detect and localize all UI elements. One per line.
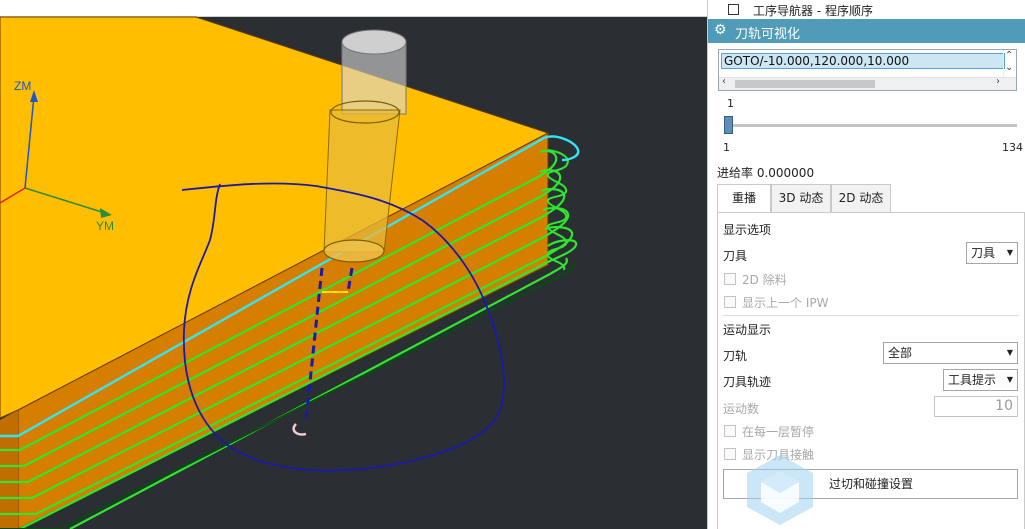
motion-slider-thumb[interactable]	[724, 116, 733, 134]
engage-hook	[292, 423, 307, 436]
listing-vertical-scrollbar[interactable]: ⌃ ⌄	[1003, 50, 1016, 78]
scroll-left-icon[interactable]: ‹	[722, 76, 726, 87]
replay-tab-content: 显示选项 刀具 刀具 ▼ 2D 除料 显示上一个 IPW 运动显示 刀轨 全部 …	[717, 212, 1025, 529]
pause-each-layer-checkbox[interactable]	[724, 425, 736, 437]
tool-trace-label: 刀具轨迹	[723, 375, 772, 389]
feed-rate-readout: 进给率 0.000000	[717, 166, 815, 180]
display-options-heading: 显示选项	[723, 223, 772, 237]
axis-label-zm: ZM	[14, 79, 31, 93]
show-ipw-label: 显示上一个 IPW	[742, 296, 829, 310]
toolpath-listing[interactable]: GOTO/-10.000,120.000,10.000 ⌃ ⌄ ‹ ›	[718, 49, 1017, 91]
show-tool-contact-checkbox[interactable]	[724, 448, 736, 460]
motion-count-label: 运动数	[723, 402, 760, 416]
axis-label-ym: YM	[96, 219, 114, 233]
pause-each-layer-label: 在每一层暂停	[742, 425, 815, 439]
path-dropdown[interactable]: 全部 ▼	[883, 342, 1018, 364]
chevron-down-icon: ▼	[1006, 375, 1013, 384]
motion-slider-track[interactable]	[727, 124, 1017, 127]
gear-icon[interactable]: ⚙	[714, 22, 727, 39]
selected-toolpath-line[interactable]: GOTO/-10.000,120.000,10.000	[721, 53, 1005, 69]
slider-min-label: 1	[723, 141, 730, 154]
tab-2d-dynamic[interactable]: 2D 动态	[831, 184, 891, 213]
motion-count-input[interactable]: 10	[934, 396, 1018, 417]
toolpath-scene: ZM YM	[0, 16, 580, 529]
motion-display-heading: 运动显示	[723, 323, 772, 337]
remove-2d-label: 2D 除料	[742, 273, 787, 287]
scroll-down-icon[interactable]: ⌄	[1005, 62, 1013, 73]
gouge-collision-settings-label: 过切和碰撞设置	[829, 477, 914, 491]
dialog-title: 刀轨可视化	[735, 27, 801, 42]
scroll-right-icon[interactable]: ›	[996, 76, 1000, 87]
chevron-down-icon: ▼	[1006, 348, 1013, 357]
tool-dropdown-value: 刀具	[971, 246, 996, 260]
operation-navigator-row[interactable]: 工序导航器 - 程序顺序	[708, 0, 1025, 19]
chevron-down-icon: ▼	[1006, 248, 1013, 257]
graphics-viewport[interactable]: ZM YM	[0, 0, 707, 529]
remove-2d-checkbox[interactable]	[724, 273, 736, 285]
navigator-checkbox[interactable]	[728, 4, 739, 15]
tool-trace-dropdown[interactable]: 工具提示 ▼	[943, 369, 1018, 391]
scroll-up-icon[interactable]: ⌃	[1005, 50, 1013, 61]
section-divider	[723, 315, 1019, 316]
tool-dropdown[interactable]: 刀具 ▼	[966, 242, 1018, 264]
slider-max-label: 134	[1002, 141, 1023, 154]
slider-current-value: 1	[727, 97, 734, 110]
tab-3d-dynamic[interactable]: 3D 动态	[771, 184, 831, 213]
path-dropdown-value: 全部	[888, 346, 913, 360]
horizontal-scroll-thumb[interactable]	[735, 80, 875, 88]
tool-trace-dropdown-value: 工具提示	[948, 373, 997, 387]
dialog-title-bar: ⚙ 刀轨可视化	[708, 19, 1025, 43]
navigator-label: 工序导航器 - 程序顺序	[753, 4, 873, 18]
toolpath-visualization-panel: 工序导航器 - 程序顺序 ⚙ 刀轨可视化 GOTO/-10.000,120.00…	[707, 0, 1025, 529]
listing-horizontal-scrollbar[interactable]: ‹ ›	[719, 76, 1016, 90]
tool-label: 刀具	[723, 249, 748, 263]
show-ipw-checkbox[interactable]	[724, 296, 736, 308]
tab-replay[interactable]: 重播	[717, 184, 771, 214]
stock-left-face	[0, 410, 18, 529]
path-label: 刀轨	[723, 349, 748, 363]
watermark-logo-icon	[747, 455, 813, 525]
